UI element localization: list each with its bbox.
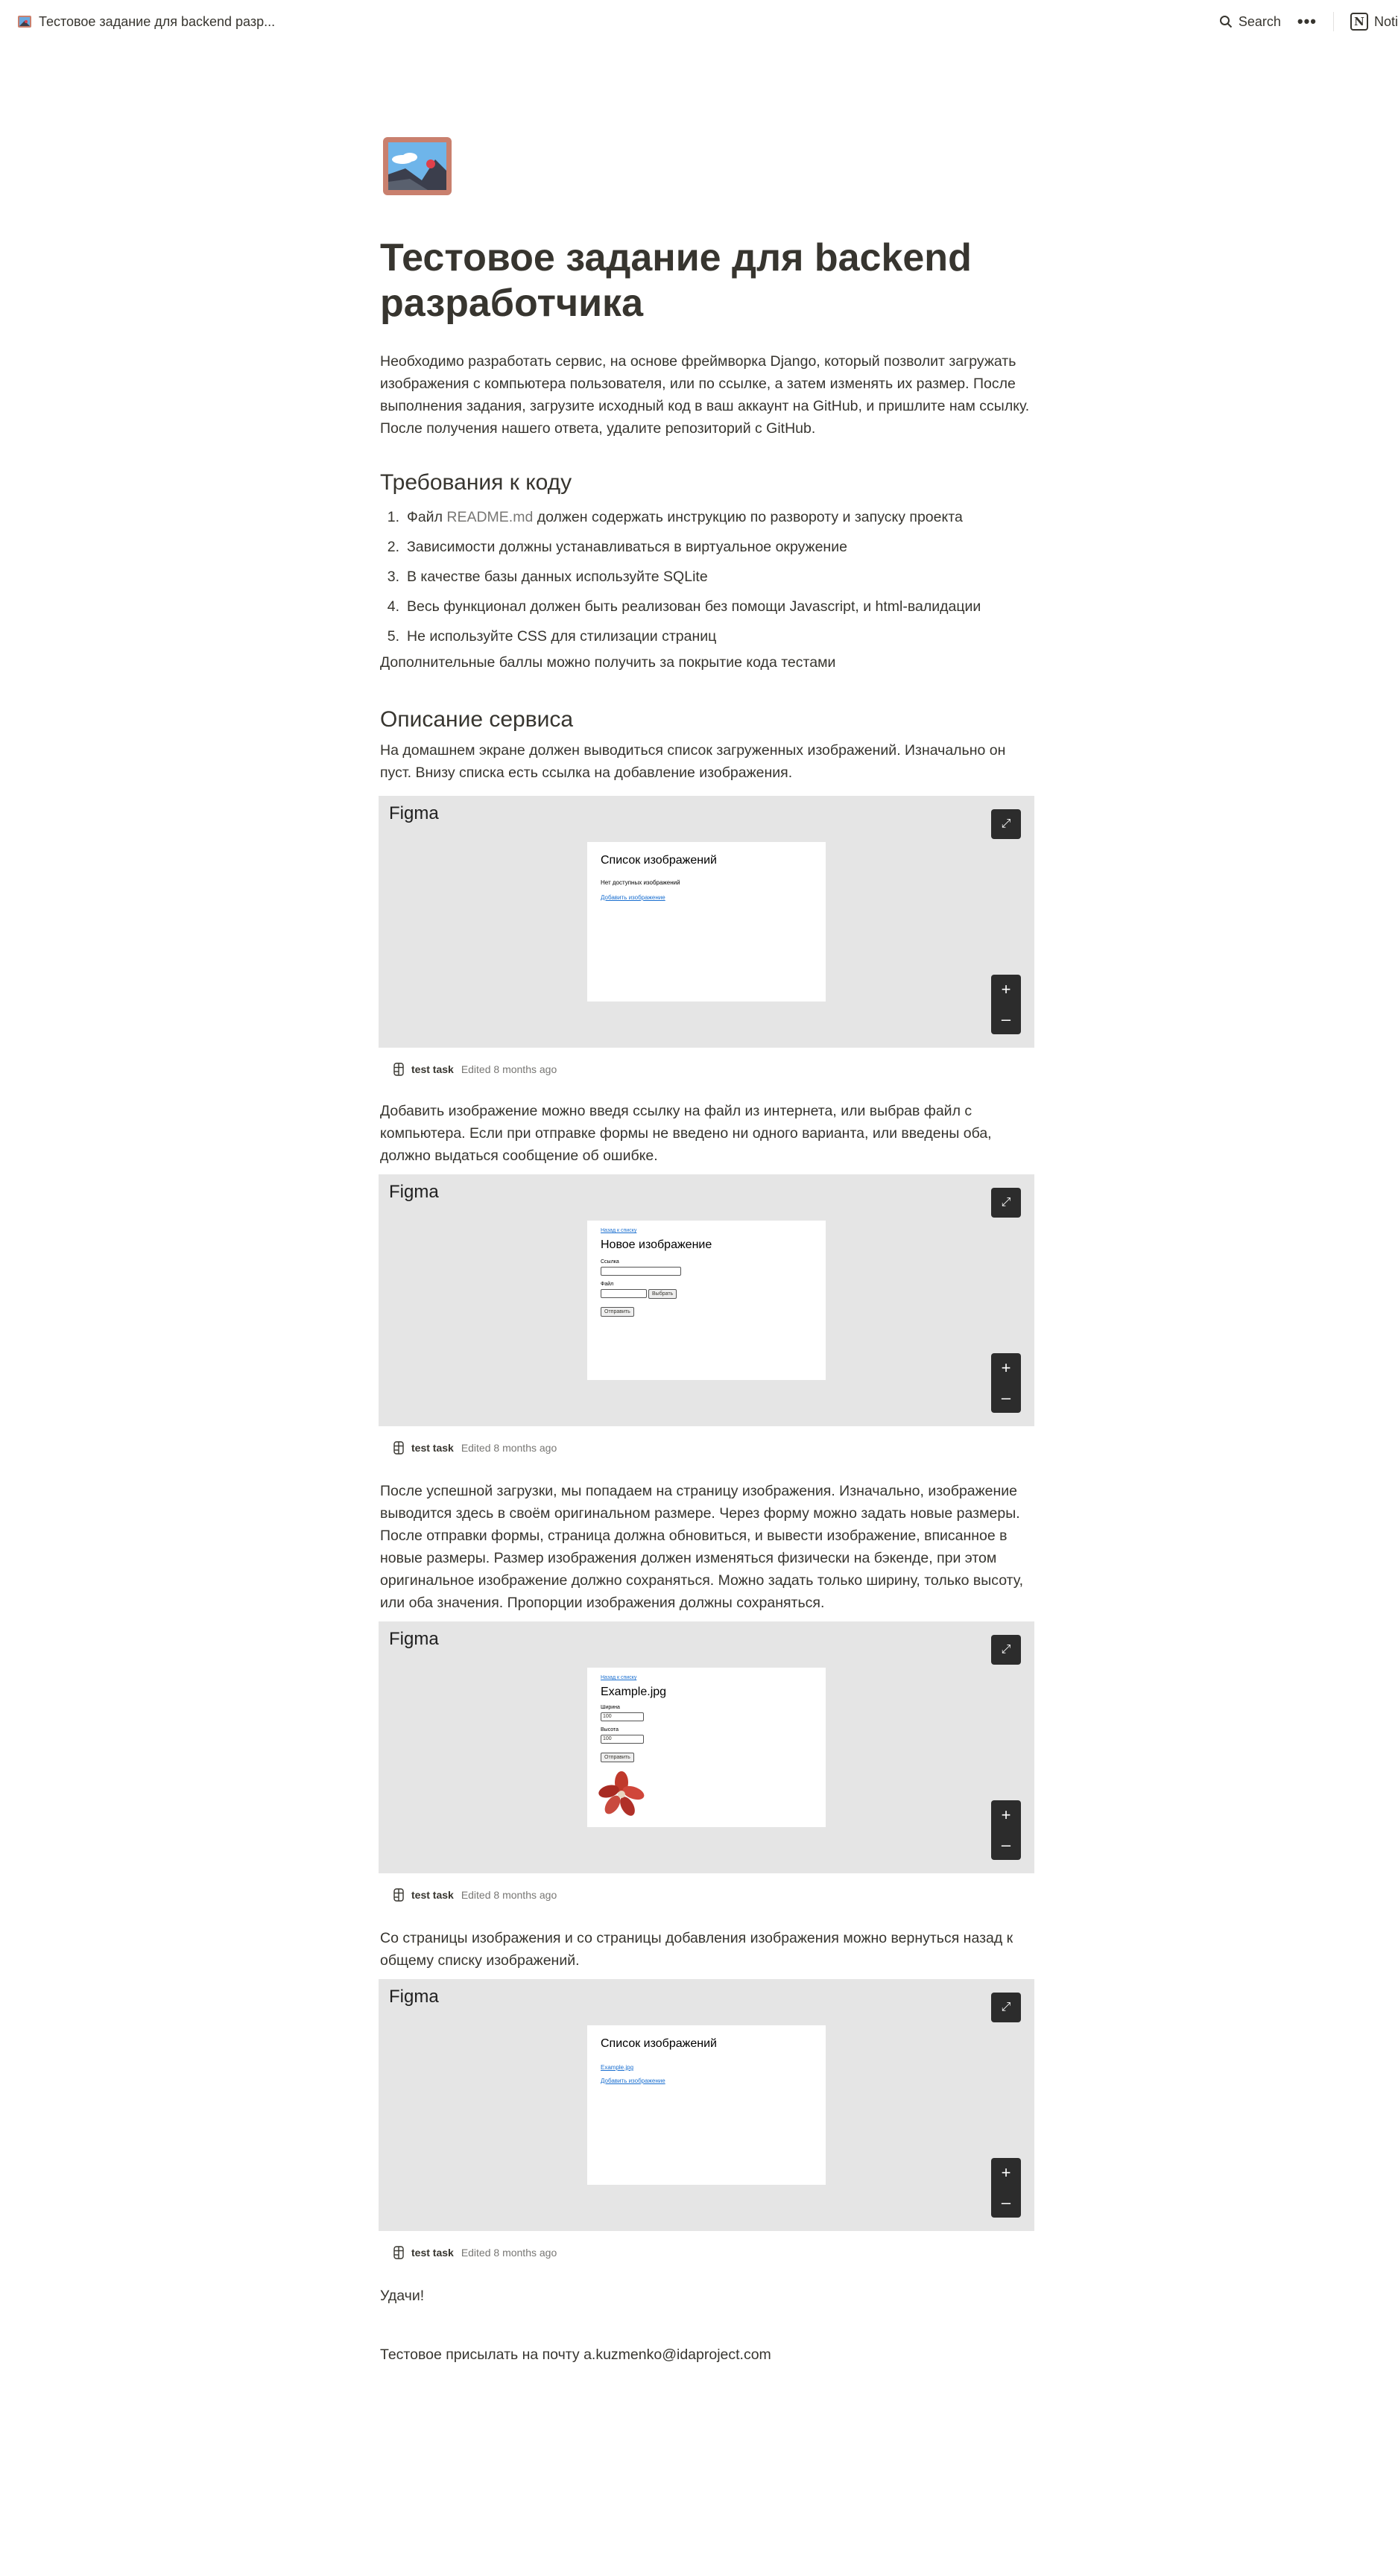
requirements-heading: Требования к коду — [380, 470, 572, 495]
frame-link-input — [601, 1267, 681, 1276]
flower-image — [598, 1771, 645, 1816]
notion-logo-icon: N — [1350, 13, 1368, 31]
zoom-out-button[interactable]: – — [1002, 1835, 1010, 1855]
list-item: 2. Зависимости должны устанавливаться в … — [387, 539, 847, 555]
expand-icon[interactable]: ⤢ — [991, 1635, 1021, 1665]
more-options-icon[interactable]: ••• — [1297, 12, 1317, 31]
frame-back-link: Назад к списку — [601, 1228, 637, 1233]
zoom-controls: + – — [991, 1800, 1021, 1860]
search-label: Search — [1238, 13, 1281, 29]
breadcrumb-label: Тестовое задание для backend разр... — [39, 13, 276, 29]
figma-embed[interactable]: Figma ⤢ Назад к списку Новое изображение… — [379, 1174, 1034, 1426]
zoom-controls: + – — [991, 975, 1021, 1034]
extra-points-text: Дополнительные баллы можно получить за п… — [380, 654, 836, 671]
figma-caption[interactable]: test task Edited 8 months ago — [393, 1441, 557, 1455]
figma-icon — [393, 1063, 404, 1076]
frame-height-label: Высота — [601, 1727, 619, 1732]
zoom-in-button[interactable]: + — [1002, 1358, 1011, 1378]
figma-caption[interactable]: test task Edited 8 months ago — [393, 2246, 557, 2259]
zoom-in-button[interactable]: + — [1002, 1806, 1011, 1825]
figma-icon — [393, 1441, 404, 1455]
frame-add-link: Добавить изображение — [601, 894, 665, 901]
figma-caption[interactable]: test task Edited 8 months ago — [393, 1888, 557, 1902]
list-item: 4. Весь функционал должен быть реализова… — [387, 598, 981, 615]
frame-submit-button: Отправить — [601, 1307, 634, 1317]
figma-embed[interactable]: Figma ⤢ Назад к списку Example.jpg Ширин… — [379, 1621, 1034, 1873]
contact-text: Тестовое присылать на почту a.kuzmenko@i… — [380, 2346, 771, 2363]
search-button[interactable]: Search — [1219, 14, 1281, 30]
caption-name: test task — [411, 1063, 454, 1075]
figma-embed[interactable]: Figma ⤢ Список изображений Example.jpg Д… — [379, 1979, 1034, 2231]
frame-link-label: Ссылка — [601, 1259, 619, 1265]
framed-picture-icon — [383, 137, 452, 195]
caption-edited: Edited 8 months ago — [461, 1889, 557, 1901]
frame-empty-text: Нет доступных изображений — [601, 879, 680, 886]
frame-title: Список изображений — [601, 2037, 717, 2050]
zoom-in-button[interactable]: + — [1002, 980, 1011, 999]
breadcrumb[interactable]: Тестовое задание для backend разр... — [18, 14, 275, 30]
zoom-controls: + – — [991, 2158, 1021, 2218]
figma-logo-label: Figma — [389, 803, 439, 823]
page-emoji-icon — [18, 16, 31, 28]
frame-title: Список изображений — [601, 854, 717, 867]
figma-caption[interactable]: test task Edited 8 months ago — [393, 1063, 557, 1076]
paragraph-image-page: После успешной загрузки, мы попадаем на … — [380, 1483, 1024, 1611]
frame-file-label: Файл — [601, 1282, 614, 1287]
frame-add-link: Добавить изображение — [601, 2077, 665, 2084]
zoom-out-button[interactable]: – — [1002, 2193, 1010, 2212]
zoom-out-button[interactable]: – — [1002, 1010, 1010, 1029]
expand-icon[interactable]: ⤢ — [991, 1993, 1021, 2022]
requirements-list: 1. Файл README.md должен содержать инстр… — [380, 502, 1036, 651]
frame-title: Новое изображение — [601, 1238, 712, 1251]
caption-name: test task — [411, 2247, 454, 2259]
figma-frame: Назад к списку Новое изображение Ссылка … — [587, 1221, 826, 1380]
notion-label: Noti — [1373, 13, 1398, 29]
figma-icon — [393, 1888, 404, 1902]
page-title: Тестовое задание для backend разработчик… — [380, 236, 972, 325]
frame-choose-button: Выбрать — [648, 1289, 677, 1299]
search-icon — [1219, 16, 1233, 28]
zoom-controls: + – — [991, 1353, 1021, 1413]
paragraph-navigation: Со страницы изображения и со страницы до… — [380, 1930, 1013, 1969]
frame-item-link: Example.jpg — [601, 2064, 634, 2071]
intro-paragraph: Необходимо разработать сервис, на основе… — [380, 353, 1030, 437]
paragraph-home-list: На домашнем экране должен выводиться спи… — [380, 742, 1006, 781]
list-item: 3. В качестве базы данных используйте SQ… — [387, 569, 708, 585]
zoom-out-button[interactable]: – — [1002, 1388, 1010, 1408]
figma-embed[interactable]: Figma ⤢ Список изображений Нет доступных… — [379, 796, 1034, 1048]
frame-file-input — [601, 1289, 647, 1298]
frame-height-input: 100 — [601, 1735, 644, 1744]
expand-icon[interactable]: ⤢ — [991, 809, 1021, 839]
good-luck-text: Удачи! — [380, 2288, 425, 2304]
caption-edited: Edited 8 months ago — [461, 1442, 557, 1454]
frame-submit-button: Отправить — [601, 1753, 634, 1762]
paragraph-add-image: Добавить изображение можно введя ссылку … — [380, 1103, 992, 1164]
caption-edited: Edited 8 months ago — [461, 1063, 557, 1075]
top-bar: Тестовое задание для backend разр... — [0, 0, 1398, 43]
figma-frame: Назад к списку Example.jpg Ширина 100 Вы… — [587, 1668, 826, 1827]
frame-width-label: Ширина — [601, 1705, 620, 1710]
list-item: 1. Файл README.md должен содержать инстр… — [387, 509, 963, 525]
caption-name: test task — [411, 1442, 454, 1454]
figma-logo-label: Figma — [389, 1987, 439, 2007]
figma-frame: Список изображений Нет доступных изображ… — [587, 842, 826, 1001]
frame-title: Example.jpg — [601, 1686, 667, 1698]
service-heading: Описание сервиса — [380, 707, 574, 732]
figma-logo-label: Figma — [389, 1629, 439, 1649]
readme-inline-code: README.md — [446, 509, 534, 525]
frame-width-input: 100 — [601, 1712, 644, 1721]
caption-name: test task — [411, 1889, 454, 1901]
divider — [1332, 12, 1334, 31]
top-actions: Search ••• N Noti — [1219, 0, 1398, 43]
figma-icon — [393, 2246, 404, 2259]
frame-back-link: Назад к списку — [601, 1675, 637, 1680]
figma-logo-label: Figma — [389, 1182, 439, 1202]
zoom-in-button[interactable]: + — [1002, 2163, 1011, 2183]
figma-frame: Список изображений Example.jpg Добавить … — [587, 2025, 826, 2185]
caption-edited: Edited 8 months ago — [461, 2247, 557, 2259]
notion-button[interactable]: N Noti — [1350, 13, 1398, 31]
expand-icon[interactable]: ⤢ — [991, 1188, 1021, 1218]
list-item: 5. Не используйте CSS для стилизации стр… — [387, 628, 717, 645]
